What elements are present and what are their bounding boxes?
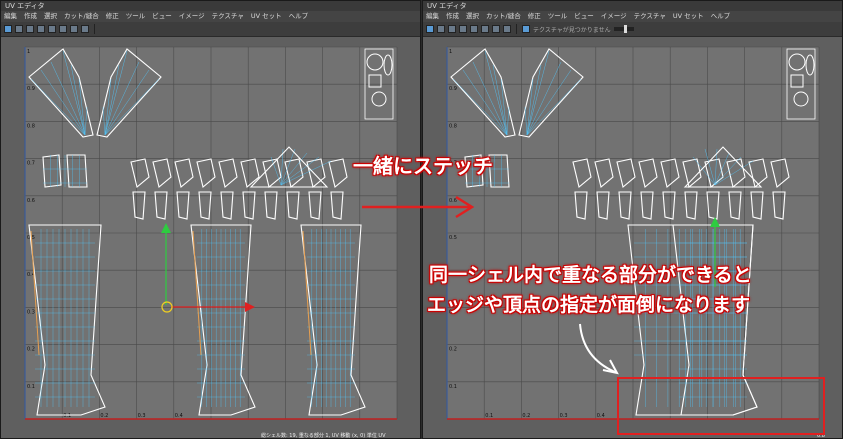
menu-select[interactable]: 選択 [466, 11, 479, 22]
stitch-together-label: 一緒にステッチ [353, 154, 493, 178]
distortion-icon[interactable] [59, 25, 67, 33]
grid-icon[interactable] [426, 25, 434, 33]
menu-edit[interactable]: 編集 [426, 11, 439, 22]
toolbar-divider [94, 24, 95, 34]
x-tick-label: 0.4 [175, 413, 183, 419]
y-tick-label: 0.8 [27, 123, 35, 129]
y-tick-label: 0.3 [27, 309, 35, 315]
x-tick-label: 0.2 [100, 413, 108, 419]
y-tick-label: 0.9 [449, 86, 457, 92]
y-tick-label: 0.2 [27, 347, 35, 353]
y-tick-label: 0.7 [27, 161, 35, 167]
x-tick-label: 0.3 [560, 413, 568, 419]
x-tick-label: 0.2 [522, 413, 530, 419]
y-tick-label: 0.1 [27, 384, 35, 390]
stitch-arrow [362, 195, 475, 219]
border-icon[interactable] [470, 25, 478, 33]
shaded-icon[interactable] [15, 25, 23, 33]
menu-modify[interactable]: 修正 [528, 11, 541, 22]
y-tick-label: 0.8 [449, 123, 457, 129]
y-tick-label: 1 [27, 49, 30, 55]
uv-viewport[interactable]: 1 0.9 0.8 0.7 0.6 0.5 0.4 0.3 0.2 0.1 0.1 0.2 0.3 0.4… [1, 37, 420, 438]
menu-uv-set[interactable]: UV セット [673, 11, 704, 22]
y-tick-label: 0.5 [449, 235, 457, 241]
overlap-note-line1: 同一シェル内で重なる部分ができると [429, 264, 752, 286]
overlap-arrow [579, 323, 619, 375]
y-tick-label: 1 [449, 49, 452, 55]
x-tick-label: 0.4 [597, 413, 605, 419]
x-tick-label: 0.1 [485, 413, 493, 419]
menu-select[interactable]: 選択 [44, 11, 57, 22]
window-title: UV エディタ [423, 1, 842, 11]
snapshot-icon[interactable] [503, 25, 511, 33]
window-title: UV エディタ [1, 1, 420, 11]
shaded-icon[interactable] [437, 25, 445, 33]
menu-edit[interactable]: 編集 [4, 11, 17, 22]
menu-create[interactable]: 作成 [24, 11, 37, 22]
menu-help[interactable]: ヘルプ [289, 11, 309, 22]
x-tick-label: 0.3 [138, 413, 146, 419]
checker-icon[interactable] [448, 25, 456, 33]
status-readout: 総シェル数: 19, 重なる部分 1, UV 移動 (x, 0) 単位 UV [261, 432, 386, 438]
border-icon[interactable] [48, 25, 56, 33]
menu-uv-set[interactable]: UV セット [251, 11, 282, 22]
image-icon[interactable] [522, 25, 530, 33]
overlap-highlight-box [617, 377, 825, 435]
menu-tools[interactable]: ツール [126, 11, 146, 22]
menu-image[interactable]: イメージ [179, 11, 205, 22]
menu-texture[interactable]: テクスチャ [634, 11, 666, 22]
checker-icon[interactable] [26, 25, 34, 33]
menu-modify[interactable]: 修正 [106, 11, 119, 22]
isolate-icon[interactable] [492, 25, 500, 33]
exposure-slider[interactable] [613, 25, 634, 33]
y-tick-label: 0.6 [27, 198, 35, 204]
menu-image[interactable]: イメージ [601, 11, 627, 22]
menu-bar: 編集 作成 選択 カット/縫合 修正 ツール ビュー イメージ テクスチャ UV… [1, 11, 420, 22]
snapshot-icon[interactable] [81, 25, 89, 33]
menu-bar: 編集 作成 選択 カット/縫合 修正 ツール ビュー イメージ テクスチャ UV… [423, 11, 842, 22]
x-tick-label: 0.1 [63, 413, 71, 419]
distortion-icon[interactable] [481, 25, 489, 33]
y-tick-label: 0.1 [449, 384, 457, 390]
menu-view[interactable]: ビュー [574, 11, 594, 22]
isolate-icon[interactable] [70, 25, 78, 33]
uv-canvas[interactable]: 10.90.80.70.60.50.40.30.20.10.1 0.2 0.3 0.4… [1, 37, 420, 438]
overlap-arrow-line [579, 323, 616, 373]
texture-icon[interactable] [37, 25, 45, 33]
menu-texture[interactable]: テクスチャ [212, 11, 244, 22]
toolbar-divider [516, 24, 517, 34]
menu-help[interactable]: ヘルプ [711, 11, 731, 22]
toolbar: テクスチャが見つかりません [423, 22, 842, 37]
menu-create[interactable]: 作成 [446, 11, 459, 22]
y-tick-label: 0.2 [449, 347, 457, 353]
texture-dropdown[interactable]: テクスチャが見つかりません [533, 25, 611, 34]
menu-cut-sew[interactable]: カット/縫合 [64, 11, 99, 22]
menu-cut-sew[interactable]: カット/縫合 [486, 11, 521, 22]
toolbar [1, 22, 420, 37]
y-tick-label: 0.9 [27, 86, 35, 92]
grid-icon[interactable] [4, 25, 12, 33]
overlap-note-line2: エッジや頂点の指定が面倒になります [427, 294, 751, 316]
uv-editor-left-panel: UV エディタ 編集 作成 選択 カット/縫合 修正 ツール ビュー イメージ … [0, 0, 421, 439]
texture-icon[interactable] [459, 25, 467, 33]
uv-editor-right-panel: UV エディタ 編集 作成 選択 カット/縫合 修正 ツール ビュー イメージ … [422, 0, 843, 439]
menu-view[interactable]: ビュー [152, 11, 172, 22]
menu-tools[interactable]: ツール [548, 11, 568, 22]
